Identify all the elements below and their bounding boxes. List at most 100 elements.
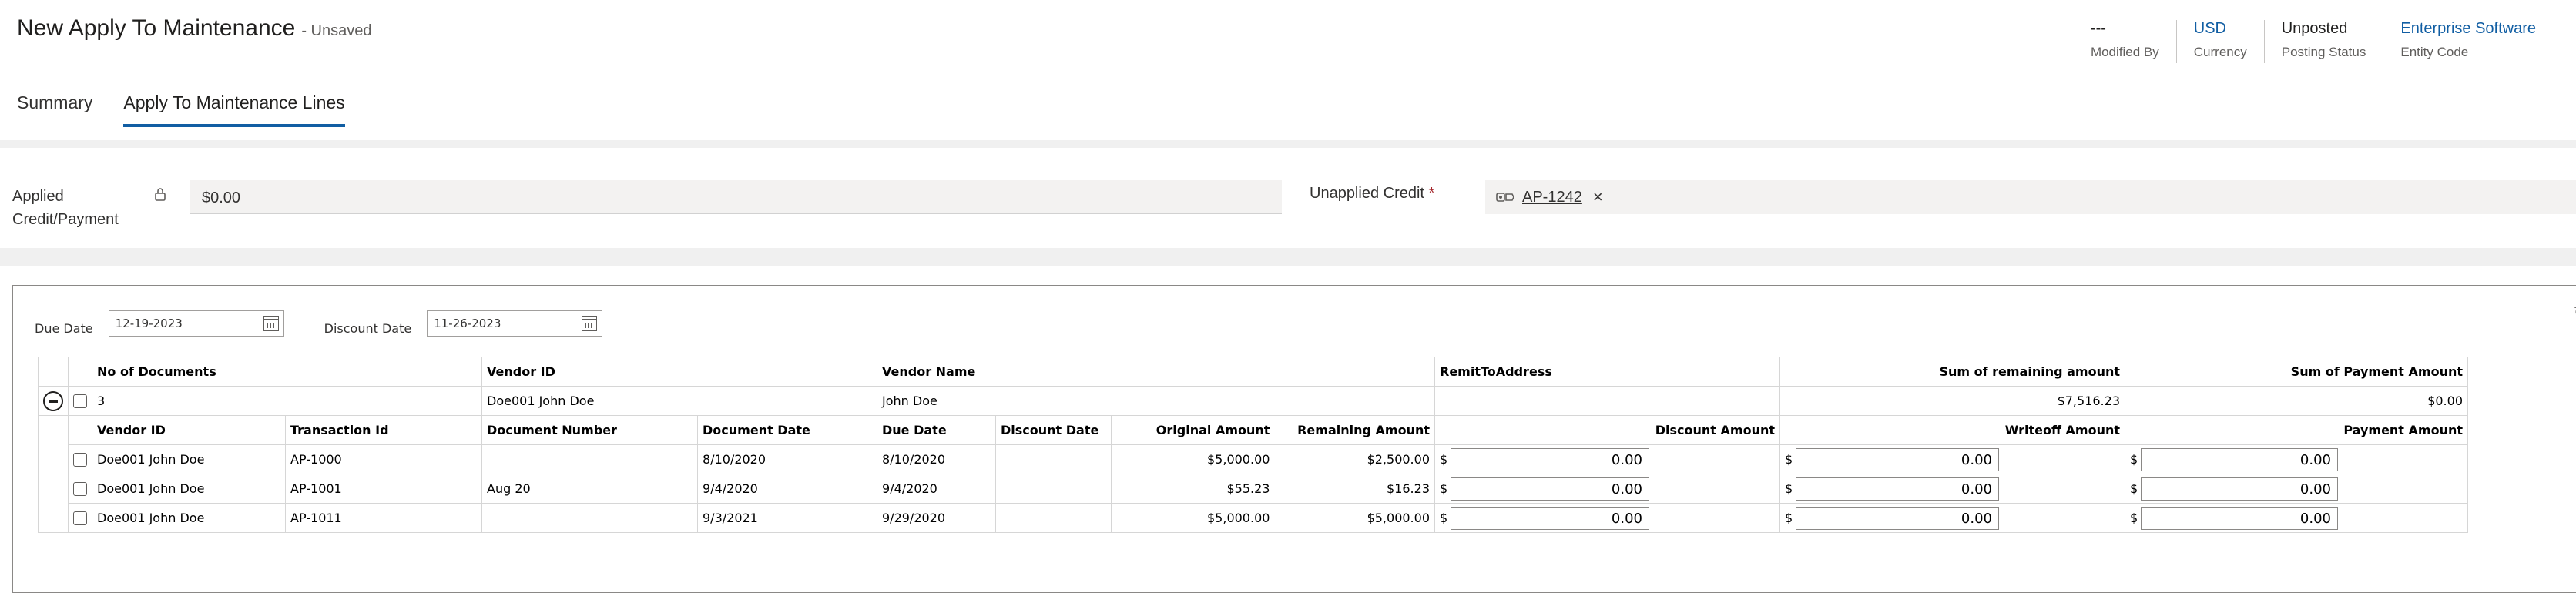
discount-date-label: Discount Date <box>324 320 412 336</box>
writeoff-amount-header: Writeoff Amount <box>1779 415 2125 445</box>
unapplied-credit-tag-link[interactable]: AP-1242 <box>1522 189 1582 206</box>
payment-amount-input[interactable]: 0.00 <box>2141 506 2338 530</box>
record-title: New Apply To Maintenance <box>17 15 296 41</box>
unapplied-credit-label: Unapplied Credit * <box>1310 185 1434 203</box>
discount-amount-cell: $0.00 <box>1434 474 1780 504</box>
writeoff-amount-input[interactable]: 0.00 <box>1796 447 1999 471</box>
sum-payment-header: Sum of Payment Amount <box>2125 357 2468 387</box>
payment-amount-cell: $0.00 <box>2125 444 2468 474</box>
currency-link[interactable]: USD <box>2194 20 2247 40</box>
row-checkbox[interactable] <box>73 453 87 467</box>
discount-amount-cell: $0.00 <box>1434 444 1780 474</box>
entity-code-field: Enterprise Software Entity Code <box>2383 20 2553 63</box>
date-filters: Due Date 12-19-2023 Discount Date 11-26-… <box>35 310 642 337</box>
original-amount-header-label: Original Amount <box>1156 423 1270 437</box>
applied-credit-label: Applied Credit/Payment <box>12 188 119 228</box>
transaction-id-cell: AP-1011 <box>285 503 482 533</box>
posting-status-label: Posting Status <box>2281 45 2366 59</box>
collapse-cell <box>38 386 69 416</box>
due-date-input[interactable]: 12-19-2023 <box>108 310 284 337</box>
summary-row: 3 Doe001 John Doe John Doe $7,516.23 $0.… <box>38 386 2468 416</box>
no-of-documents-header: No of Documents <box>92 357 482 387</box>
transaction-id-header: Transaction Id <box>285 415 482 445</box>
remaining-amount-value: $16.23 <box>1387 481 1430 496</box>
summary-row-checkbox[interactable] <box>73 394 87 409</box>
currency-symbol: $ <box>1440 481 1448 496</box>
document-number-header: Document Number <box>481 415 698 445</box>
page-title: New Apply To Maintenance - Unsaved <box>17 15 372 42</box>
table-row: Doe001 John Doe AP-1000 8/10/2020 8/10/2… <box>38 444 2468 474</box>
tab-summary[interactable]: Summary <box>17 92 92 127</box>
entity-record-icon <box>1496 193 1514 202</box>
indent-cell <box>38 415 69 445</box>
lock-icon <box>155 188 166 201</box>
refresh-icon[interactable]: ↻ <box>2574 303 2576 323</box>
discount-date-cell <box>995 444 1112 474</box>
writeoff-amount-input[interactable]: 0.00 <box>1796 506 1999 530</box>
payment-amount-input[interactable]: 0.00 <box>2141 477 2338 501</box>
writeoff-amount-cell: $0.00 <box>1779 503 2125 533</box>
discount-date-input[interactable]: 11-26-2023 <box>427 310 603 337</box>
sum-remaining-cell: $7,516.23 <box>1779 386 2125 416</box>
original-amount-value: $5,000.00 <box>1207 511 1270 525</box>
discount-amount-input[interactable]: 0.00 <box>1451 477 1649 501</box>
summary-vendor-id-cell: Doe001 John Doe <box>481 386 877 416</box>
entity-code-link[interactable]: Enterprise Software <box>2400 20 2536 40</box>
due-date-cell: 9/4/2020 <box>877 474 996 504</box>
remove-tag-icon[interactable]: × <box>1593 187 1603 207</box>
currency-symbol: $ <box>2130 452 2138 467</box>
vendor-name-header: Vendor Name <box>877 357 1435 387</box>
discount-date-header: Discount Date <box>995 415 1112 445</box>
payment-amount-cell: $0.00 <box>2125 474 2468 504</box>
collapse-icon[interactable] <box>43 390 63 411</box>
due-date-header: Due Date <box>877 415 996 445</box>
sum-payment-cell: $0.00 <box>2125 386 2468 416</box>
discount-amount-header: Discount Amount <box>1434 415 1780 445</box>
payment-amount-header: Payment Amount <box>2125 415 2468 445</box>
document-number-cell <box>481 503 698 533</box>
document-date-header: Document Date <box>697 415 877 445</box>
discount-amount-input[interactable]: 0.00 <box>1451 506 1649 530</box>
apply-lines-panel: Due Date 12-19-2023 Discount Date 11-26-… <box>12 285 2576 593</box>
row-select-cell <box>68 503 92 533</box>
summary-select-cell <box>68 386 92 416</box>
writeoff-amount-cell: $0.00 <box>1779 474 2125 504</box>
summary-header-row: No of Documents Vendor ID Vendor Name Re… <box>38 357 2468 387</box>
modified-by-value: --- <box>2090 20 2106 37</box>
row-checkbox[interactable] <box>73 482 87 497</box>
save-status: - Unsaved <box>301 22 372 39</box>
sum-remaining-header: Sum of remaining amount <box>1779 357 2125 387</box>
row-checkbox[interactable] <box>73 511 87 526</box>
document-date-cell: 8/10/2020 <box>697 444 877 474</box>
document-date-cell: 9/3/2021 <box>697 503 877 533</box>
section-divider-2 <box>0 248 2576 266</box>
document-number-cell: Aug 20 <box>481 474 698 504</box>
indent-cell <box>38 474 69 504</box>
required-marker: * <box>1428 185 1435 202</box>
table-row: Doe001 John Doe AP-1001 Aug 20 9/4/2020 … <box>38 474 2468 504</box>
indent-cell <box>38 503 69 533</box>
calendar-icon[interactable] <box>582 316 598 331</box>
original-amount-header: Original Amount Remaining Amount <box>1111 415 1435 445</box>
payment-amount-cell: $0.00 <box>2125 503 2468 533</box>
discount-amount-input[interactable]: 0.00 <box>1451 447 1649 471</box>
posting-status-value: Unposted <box>2281 20 2348 37</box>
transaction-id-cell: AP-1000 <box>285 444 482 474</box>
currency-label: Currency <box>2193 45 2247 59</box>
payment-amount-input[interactable]: 0.00 <box>2141 447 2338 471</box>
unapplied-credit-lookup[interactable]: AP-1242 × <box>1485 180 2576 214</box>
currency-symbol: $ <box>1785 511 1793 525</box>
currency-field: USD Currency <box>2175 20 2264 63</box>
summary-select-header <box>68 357 92 387</box>
tab-apply-to-maintenance-lines[interactable]: Apply To Maintenance Lines <box>123 92 345 127</box>
remit-to-address-header: RemitToAddress <box>1434 357 1780 387</box>
transaction-id-cell: AP-1001 <box>285 474 482 504</box>
calendar-icon[interactable] <box>263 316 279 331</box>
entity-code-label: Entity Code <box>2400 45 2469 59</box>
currency-symbol: $ <box>1785 452 1793 467</box>
posting-status-field: Unposted Posting Status <box>2263 20 2383 63</box>
amounts-cell: $5,000.00 $5,000.00 <box>1111 503 1435 533</box>
writeoff-amount-input[interactable]: 0.00 <box>1796 477 1999 501</box>
row-select-cell <box>68 444 92 474</box>
indent-cell <box>38 444 69 474</box>
